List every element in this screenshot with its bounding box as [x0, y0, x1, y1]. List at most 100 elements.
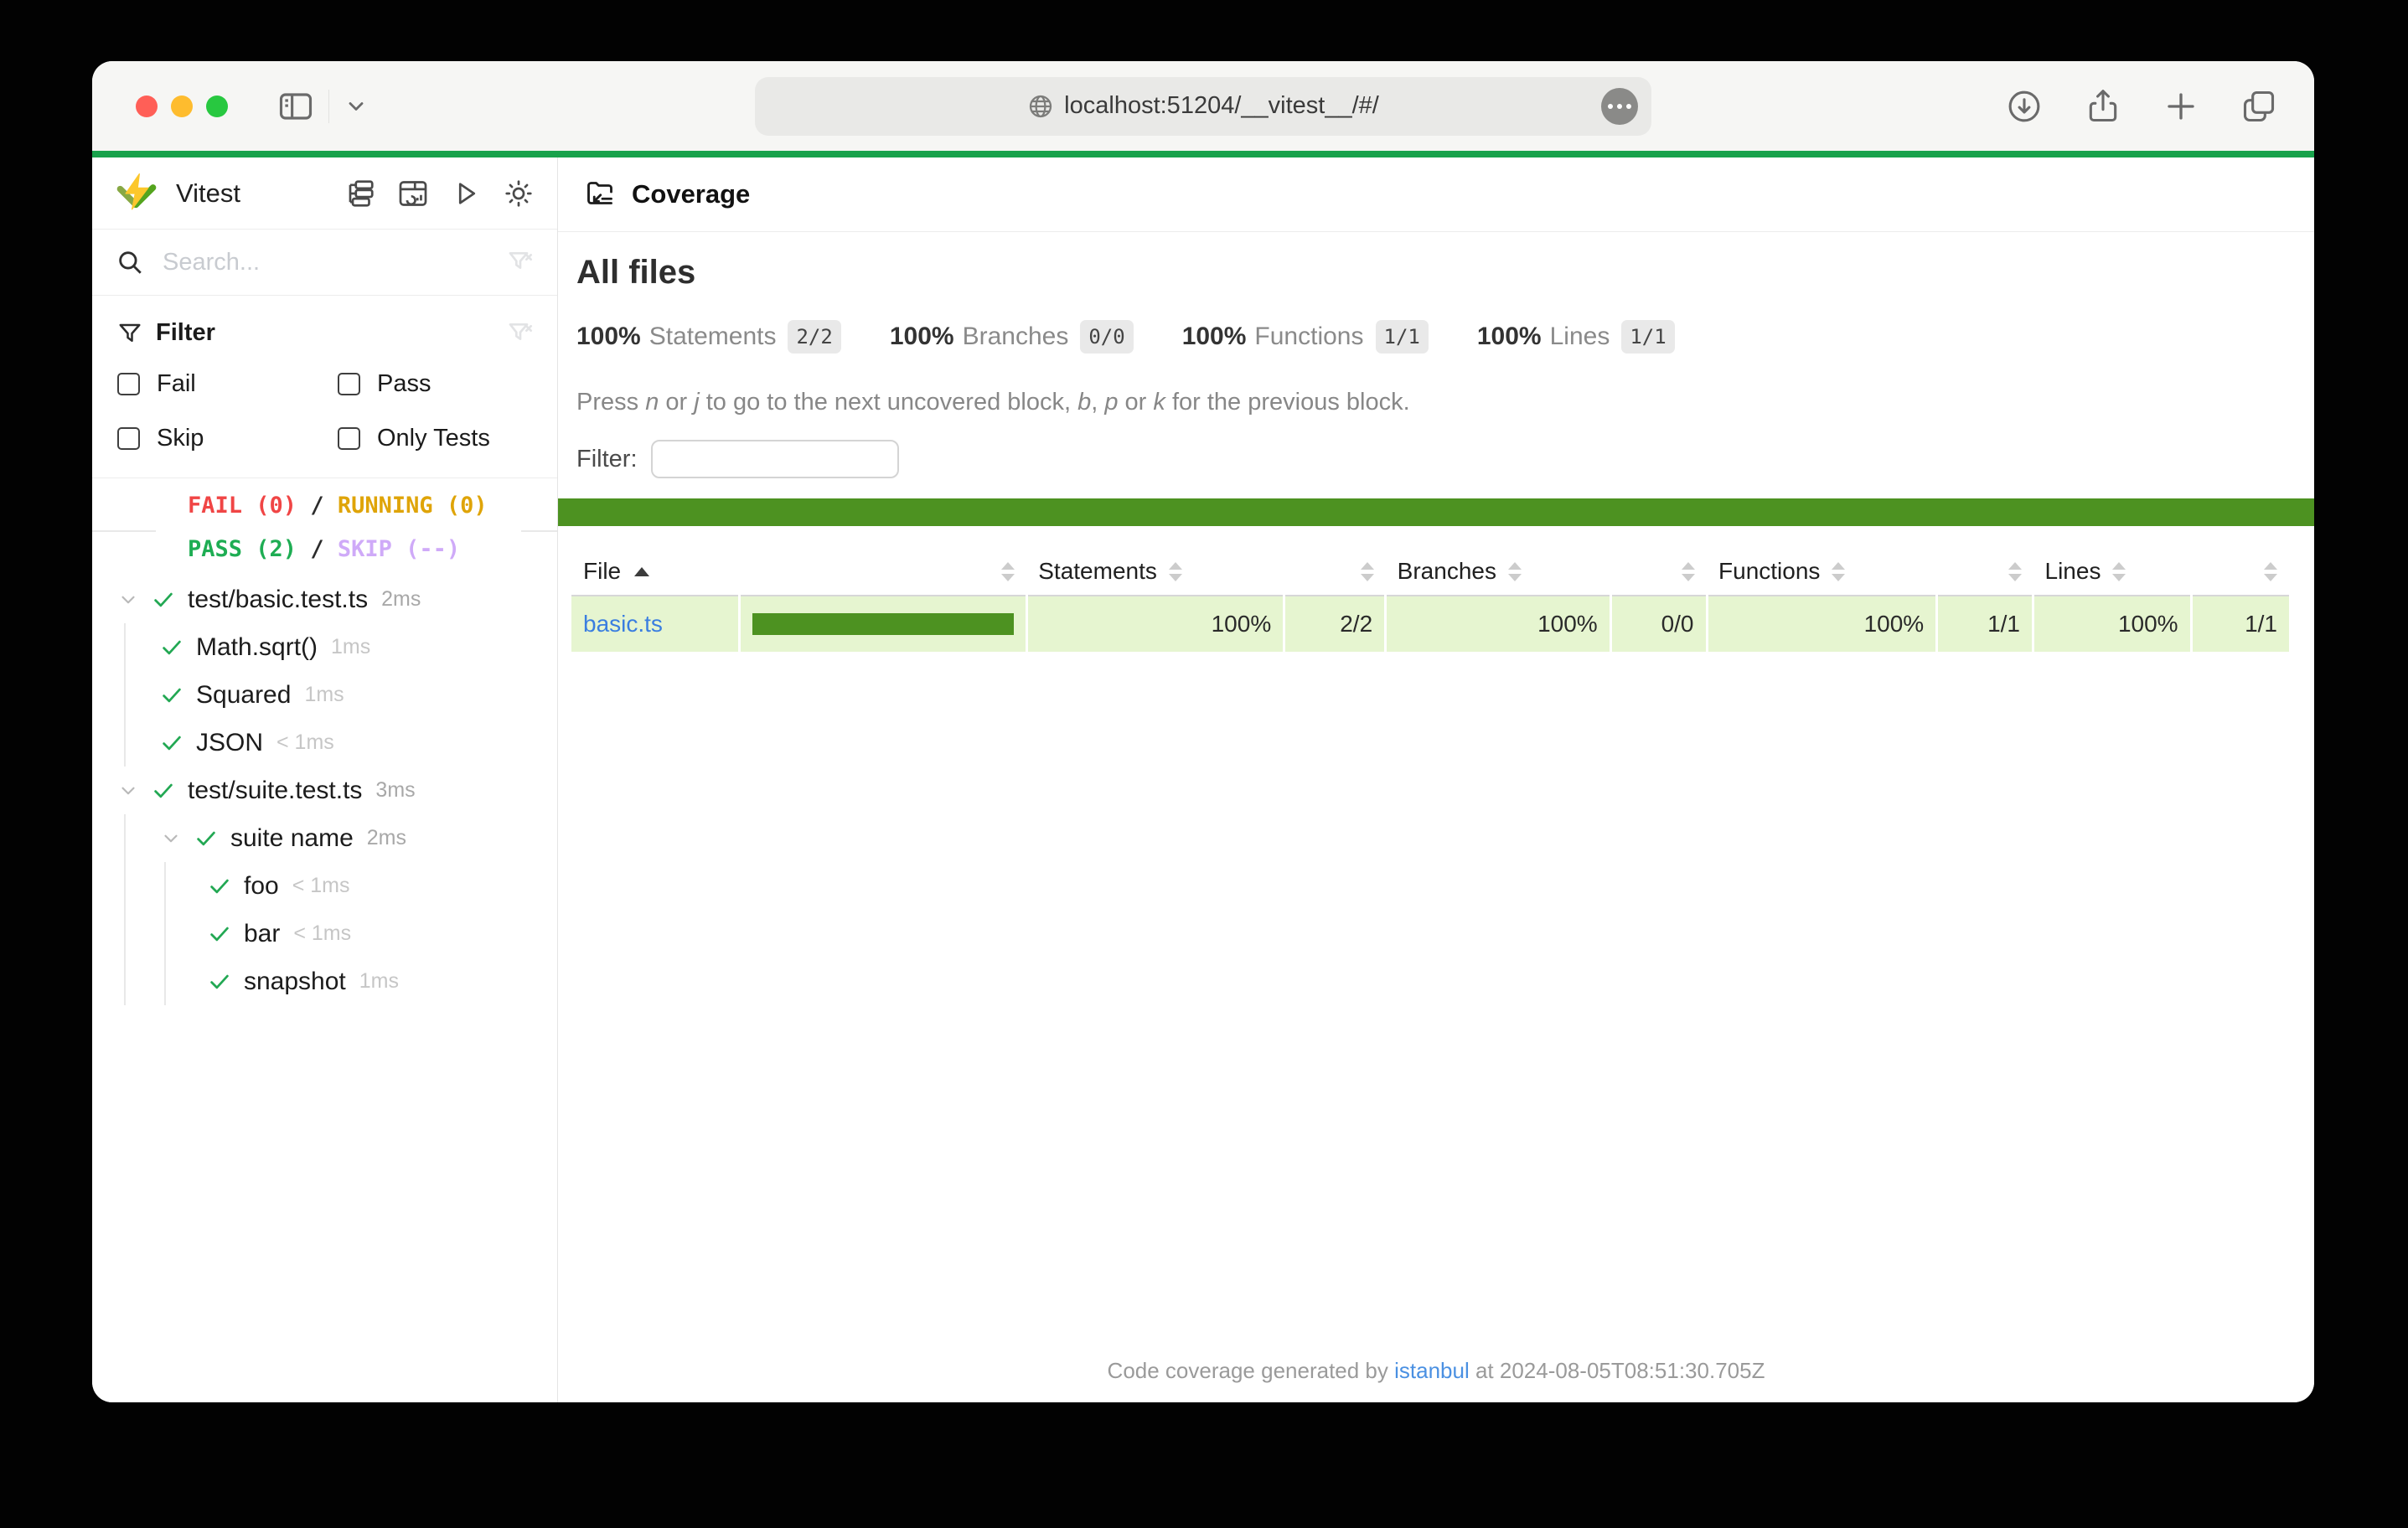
filter-checkbox-pass[interactable]: Pass [338, 370, 534, 398]
statements-raw-cell: 2/2 [1284, 596, 1386, 652]
coverage-stats: 100% Statements 2/2 100% Branches 0/0 10… [576, 320, 2289, 354]
search-input[interactable] [163, 249, 507, 276]
sorter-icon[interactable] [1169, 562, 1182, 581]
pass-count: PASS (2) [188, 536, 297, 562]
istanbul-link[interactable]: istanbul [1394, 1358, 1470, 1383]
table-row: basic.ts 100% 2/2 100% 0/0 100% 1/1 100%… [571, 596, 2289, 652]
skip-count: SKIP (--) [338, 536, 460, 562]
sort-chart-header[interactable] [740, 548, 1026, 596]
test-file-row[interactable]: test/basic.test.ts 2ms [92, 576, 557, 623]
running-count: RUNNING (0) [338, 493, 488, 519]
pass-check-icon [159, 683, 184, 708]
traffic-lights [136, 96, 228, 117]
duration-label: < 1ms [292, 874, 350, 898]
checkbox-icon[interactable] [117, 427, 140, 450]
clear-filters-icon[interactable] [507, 320, 534, 347]
stat-lines: 100% Lines 1/1 [1477, 320, 1675, 354]
checkbox-icon[interactable] [117, 373, 140, 395]
test-file-row[interactable]: test/suite.test.ts 3ms [92, 767, 557, 814]
sidebar-toggle-icon[interactable] [278, 91, 313, 121]
sort-functions-header[interactable]: Functions [1707, 548, 1937, 596]
filter-checkbox-fail[interactable]: Fail [117, 370, 338, 398]
stat-statements: 100% Statements 2/2 [576, 320, 841, 354]
test-case-row[interactable]: Squared 1ms [126, 671, 557, 719]
url-text: localhost:51204/__vitest__/#/ [1064, 92, 1379, 120]
pass-check-icon [207, 921, 232, 947]
new-tab-button[interactable] [2163, 89, 2199, 124]
app-title: Vitest [176, 178, 240, 209]
tab-overview-button[interactable] [2240, 88, 2277, 125]
run-all-tests-icon[interactable] [451, 178, 481, 209]
test-case-row[interactable]: foo < 1ms [166, 862, 557, 910]
browser-window: localhost:51204/__vitest__/#/ [92, 61, 2314, 1402]
branches-raw-cell: 0/0 [1610, 596, 1707, 652]
test-suite-row[interactable]: suite name 2ms [126, 814, 557, 862]
coverage-bar-fill [752, 613, 1013, 635]
sort-lines-raw-header[interactable] [2191, 548, 2289, 596]
sorter-icon[interactable] [1682, 562, 1695, 581]
minimize-window-button[interactable] [171, 96, 193, 117]
table-header-row: File Statements [571, 548, 2289, 596]
sort-statements-raw-header[interactable] [1284, 548, 1386, 596]
test-case-row[interactable]: JSON < 1ms [126, 719, 557, 767]
chevron-down-icon[interactable] [117, 780, 139, 802]
sort-branches-raw-header[interactable] [1610, 548, 1707, 596]
file-link[interactable]: basic.ts [583, 611, 663, 637]
browser-chrome: localhost:51204/__vitest__/#/ [92, 61, 2314, 151]
sidebar-header: Vitest [92, 157, 557, 230]
sorter-icon[interactable] [1508, 562, 1522, 581]
fraction-badge: 1/1 [1621, 320, 1674, 354]
share-button[interactable] [2085, 88, 2121, 125]
chrome-divider [328, 90, 329, 123]
main-panel: Coverage All files 100% Statements 2/2 1… [558, 157, 2314, 1402]
ellipsis-icon [1608, 104, 1631, 109]
page-more-button[interactable] [1601, 88, 1638, 125]
downloads-button[interactable] [2006, 88, 2043, 125]
sorter-icon[interactable] [1361, 562, 1374, 581]
vitest-logo [116, 173, 158, 214]
functions-pct-cell: 100% [1707, 596, 1937, 652]
filter-section: Filter Fail Pass [92, 296, 557, 478]
test-tree-view-icon[interactable] [345, 178, 375, 209]
close-window-button[interactable] [136, 96, 158, 117]
chevron-down-icon[interactable] [344, 95, 368, 118]
chevron-down-icon[interactable] [160, 828, 182, 849]
address-bar[interactable]: localhost:51204/__vitest__/#/ [755, 77, 1651, 136]
sorter-icon[interactable] [2008, 562, 2022, 581]
test-run-summary: FAIL (0) / RUNNING (0) PASS (2) / SKIP (… [92, 478, 557, 567]
functions-raw-cell: 1/1 [1937, 596, 2033, 652]
sorter-icon[interactable] [1832, 562, 1845, 581]
vitest-progress-bar [92, 151, 2314, 157]
sort-file-header[interactable]: File [571, 548, 740, 596]
chevron-down-icon[interactable] [117, 589, 139, 611]
sort-lines-header[interactable]: Lines [2033, 548, 2192, 596]
fail-count: FAIL (0) [188, 493, 297, 519]
test-case-row[interactable]: snapshot 1ms [166, 958, 557, 1005]
sorter-icon[interactable] [2264, 562, 2277, 581]
sort-ascending-icon [634, 567, 649, 576]
filter-checkbox-only-tests[interactable]: Only Tests [338, 425, 534, 452]
sort-branches-header[interactable]: Branches [1386, 548, 1611, 596]
sort-statements-header[interactable]: Statements [1026, 548, 1284, 596]
pass-check-icon [207, 874, 232, 899]
filter-checkbox-skip[interactable]: Skip [117, 425, 338, 452]
vitest-sidebar: Vitest [92, 157, 558, 1402]
test-case-row[interactable]: Math.sqrt() 1ms [126, 623, 557, 671]
report-footer: Code coverage generated by istanbul at 2… [558, 1358, 2314, 1384]
checkbox-icon[interactable] [338, 427, 360, 450]
coverage-table: File Statements [571, 548, 2289, 652]
coverage-filter-input[interactable] [651, 440, 899, 478]
clear-search-filter-icon[interactable] [507, 249, 534, 276]
checkbox-icon[interactable] [338, 373, 360, 395]
dashboard-icon[interactable] [398, 178, 428, 209]
theme-toggle-icon[interactable] [504, 178, 534, 209]
coverage-title: Coverage [632, 179, 750, 209]
duration-label: 1ms [359, 969, 399, 994]
test-case-row[interactable]: bar < 1ms [166, 910, 557, 958]
fraction-badge: 1/1 [1376, 320, 1429, 354]
duration-label: < 1ms [293, 921, 351, 946]
sorter-icon[interactable] [2112, 562, 2126, 581]
sorter-icon[interactable] [1001, 562, 1015, 581]
sort-functions-raw-header[interactable] [1937, 548, 2033, 596]
zoom-window-button[interactable] [206, 96, 228, 117]
